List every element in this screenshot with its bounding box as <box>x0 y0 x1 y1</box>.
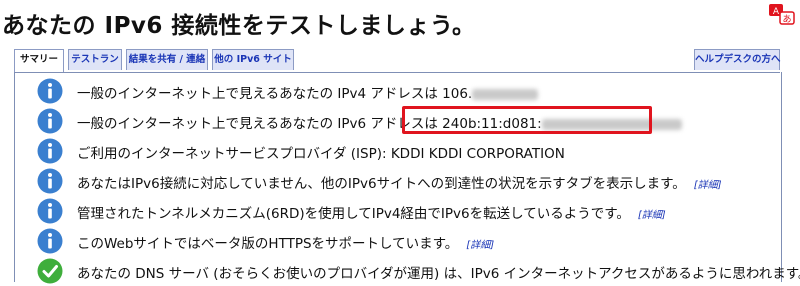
ipv6-address-text: 一般のインターネット上で見えるあなたの IPv6 アドレスは <box>77 116 443 132</box>
tab-summary[interactable]: サマリー <box>14 49 64 72</box>
tab-bar: サマリー テストラン 結果を共有 / 連絡 他の IPv6 サイト ヘルプデスク… <box>14 49 781 73</box>
ipv4-address-text: 一般のインターネット上で見えるあなたの IPv4 アドレスは 106. <box>77 86 473 102</box>
tab-test-run[interactable]: テストラン <box>68 49 122 70</box>
details-link[interactable]: [詳細] <box>466 240 494 251</box>
svg-text:A: A <box>773 7 780 17</box>
info-icon <box>37 108 63 134</box>
ipv6-support-text: あなたはIPv6接続に対応していません、他のIPv6サイトへの到達性の状況を示す… <box>77 176 686 192</box>
isp-text: ご利用のインターネットサービスプロバイダ (ISP): KDDI KDDI CO… <box>77 146 565 162</box>
tab-helpdesk[interactable]: ヘルプデスクの方へ <box>694 49 781 70</box>
info-icon <box>37 78 63 104</box>
ipv6-address-highlight <box>402 106 652 134</box>
info-icon <box>37 138 63 164</box>
info-icon <box>37 168 63 194</box>
https-text: このWebサイトではベータ版のHTTPSをサポートしています。 <box>77 236 459 252</box>
tunnel-text: 管理されたトンネルメカニズム(6RD)を使用してIPv4経由でIPv6を転送して… <box>77 206 630 222</box>
translate-icon[interactable]: A あ <box>768 2 796 28</box>
info-icon <box>37 198 63 224</box>
redacted-ipv4-suffix <box>472 88 539 100</box>
dns-text: あなたの DNS サーバ (おそらくお使いのプロバイダが運用) は、IPv6 イ… <box>77 266 800 282</box>
details-link[interactable]: [詳細] <box>694 180 722 191</box>
page-title: あなたの IPv6 接続性をテストしましょう。 <box>2 13 476 39</box>
tab-other-ipv6-sites[interactable]: 他の IPv6 サイト <box>212 49 294 70</box>
tab-share-results[interactable]: 結果を共有 / 連絡 <box>126 49 208 70</box>
summary-panel: 一般のインターネット上で見えるあなたの IPv4 アドレスは 106. 一般のイ… <box>14 72 800 284</box>
svg-text:あ: あ <box>782 14 791 25</box>
info-icon <box>37 228 63 254</box>
check-icon <box>37 258 63 284</box>
details-link[interactable]: [詳細] <box>638 210 666 221</box>
